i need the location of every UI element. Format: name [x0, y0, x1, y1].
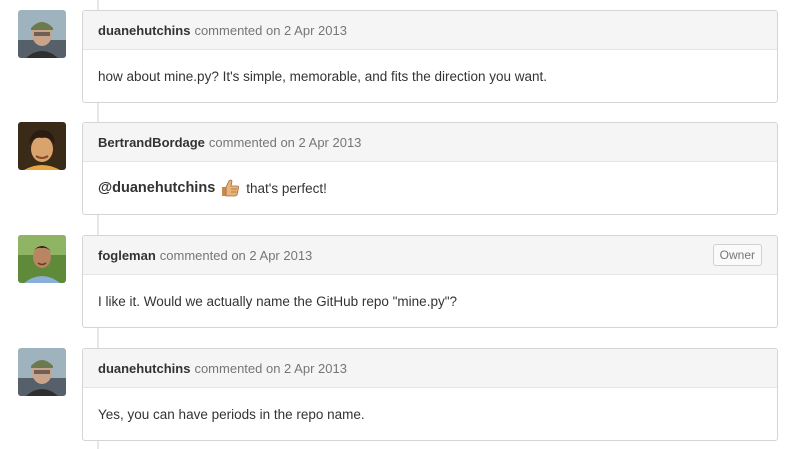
comment-timestamp[interactable]: commented on 2 Apr 2013: [194, 23, 347, 38]
user-mention-link[interactable]: @duanehutchins: [98, 180, 215, 196]
comment-text: I like it. Would we actually name the Gi…: [98, 293, 458, 309]
comment-header: duanehutchins commented on 2 Apr 2013: [83, 11, 777, 50]
thumbs-up-icon: [220, 178, 240, 198]
comment-header: duanehutchins commented on 2 Apr 2013: [83, 349, 777, 388]
avatar[interactable]: [18, 348, 66, 396]
comment-body: Yes, you can have periods in the repo na…: [83, 388, 777, 440]
comment-body: how about mine.py? It's simple, memorabl…: [83, 50, 777, 102]
comment-header: fogleman commented on 2 Apr 2013 Owner: [83, 236, 777, 275]
owner-badge: Owner: [712, 244, 762, 266]
comment-text: Yes, you can have periods in the repo na…: [98, 406, 365, 422]
comment-body: @duanehutchins that's perfect!: [83, 162, 777, 214]
comment-text: how about mine.py? It's simple, memorabl…: [98, 68, 548, 84]
author-link[interactable]: BertrandBordage: [98, 135, 205, 150]
author-link[interactable]: duanehutchins: [98, 23, 190, 38]
comment-box: fogleman commented on 2 Apr 2013 Owner I…: [82, 235, 778, 328]
comment-timestamp[interactable]: commented on 2 Apr 2013: [160, 248, 313, 263]
comment-body: I like it. Would we actually name the Gi…: [83, 275, 777, 327]
avatar[interactable]: [18, 235, 66, 283]
author-link[interactable]: duanehutchins: [98, 361, 190, 376]
comment-timestamp[interactable]: commented on 2 Apr 2013: [194, 361, 347, 376]
comment-box: duanehutchins commented on 2 Apr 2013 Ye…: [82, 348, 778, 441]
avatar[interactable]: [18, 122, 66, 170]
comment-text: that's perfect!: [246, 180, 327, 196]
comment-box: duanehutchins commented on 2 Apr 2013 ho…: [82, 10, 778, 103]
author-link[interactable]: fogleman: [98, 248, 156, 263]
comment-timestamp[interactable]: commented on 2 Apr 2013: [209, 135, 362, 150]
comment-header: BertrandBordage commented on 2 Apr 2013: [83, 123, 777, 162]
comment-box: BertrandBordage commented on 2 Apr 2013 …: [82, 122, 778, 215]
avatar[interactable]: [18, 10, 66, 58]
